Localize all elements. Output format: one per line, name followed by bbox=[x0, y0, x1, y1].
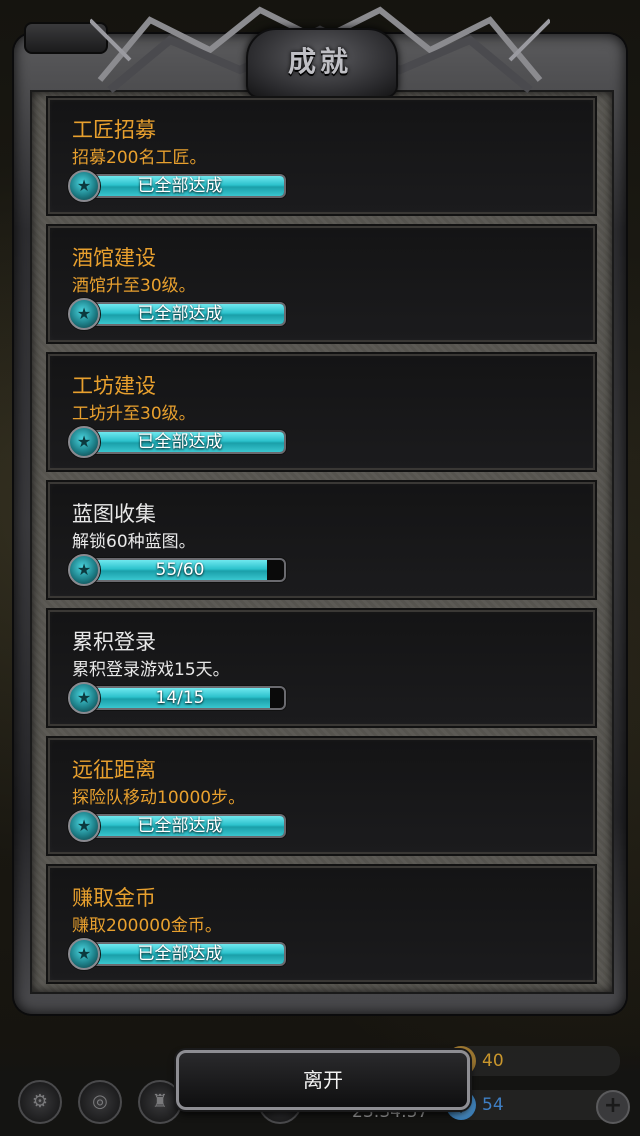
achievement-description: 赚取200000金币。 bbox=[72, 916, 222, 936]
plus-icon[interactable]: + bbox=[596, 1090, 630, 1124]
gem-value: 54 bbox=[482, 1095, 504, 1115]
star-icon: ★ bbox=[68, 426, 100, 458]
achievement-description: 酒馆升至30级。 bbox=[72, 276, 196, 296]
achievements-screen: 成就 工匠招募 招募200名工匠。 已全部达成 ★ 酒馆建设 酒馆升至30级。 已全部达成 ★… bbox=[0, 0, 640, 1136]
progress-label: 已全部达成 bbox=[137, 432, 223, 452]
achievement-title: 蓝图收集 bbox=[72, 502, 156, 526]
progress-label: 55/60 bbox=[155, 560, 205, 580]
progress-label: 已全部达成 bbox=[137, 304, 223, 324]
achievement-description: 工坊升至30级。 bbox=[72, 404, 196, 424]
achievement-progress-bar: 已全部达成 bbox=[74, 430, 286, 454]
achievement-title: 赚取金币 bbox=[72, 886, 156, 910]
achievement-progress-bar: 已全部达成 bbox=[74, 942, 286, 966]
achievement-progress-bar: 已全部达成 bbox=[74, 814, 286, 838]
achievement-progress-bar: 55/60 bbox=[74, 558, 286, 582]
achievement-card: 工匠招募招募200名工匠。已全部达成 ★ bbox=[48, 98, 595, 214]
star-icon: ★ bbox=[68, 810, 100, 842]
star-icon: ★ bbox=[68, 170, 100, 202]
leave-button[interactable]: 离开 bbox=[176, 1050, 470, 1110]
achievement-progress-bar: 已全部达成 bbox=[74, 174, 286, 198]
page-title: 成就 bbox=[287, 45, 352, 78]
achievement-card: 蓝图收集解锁60种蓝图。 55/60 ★ bbox=[48, 482, 595, 598]
achievement-title: 工匠招募 bbox=[72, 118, 156, 142]
achievement-title: 酒馆建设 bbox=[72, 246, 156, 270]
achievement-progress-bar: 14/15 bbox=[74, 686, 286, 710]
progress-label: 已全部达成 bbox=[137, 816, 223, 836]
gold-value: 40 bbox=[482, 1051, 504, 1071]
achievement-card: 酒馆建设酒馆升至30级。已全部达成 ★ bbox=[48, 226, 595, 342]
achievement-card: 工坊建设工坊升至30级。已全部达成 ★ bbox=[48, 354, 595, 470]
achievement-description: 解锁60种蓝图。 bbox=[72, 532, 196, 552]
achievement-title: 远征距离 bbox=[72, 758, 156, 782]
achievement-progress-bar: 已全部达成 bbox=[74, 302, 286, 326]
achievement-title: 累积登录 bbox=[72, 630, 156, 654]
progress-label: 已全部达成 bbox=[137, 176, 223, 196]
star-icon: ★ bbox=[68, 554, 100, 586]
achievement-description: 探险队移动10000步。 bbox=[72, 788, 246, 808]
settings-icon[interactable]: ⚙ bbox=[18, 1080, 62, 1124]
achievement-card: 赚取金币赚取200000金币。已全部达成 ★ bbox=[48, 866, 595, 982]
achievement-title: 工坊建设 bbox=[72, 374, 156, 398]
achievement-card: 远征距离探险队移动10000步。已全部达成 ★ bbox=[48, 738, 595, 854]
map-icon[interactable]: ◎ bbox=[78, 1080, 122, 1124]
achievement-description: 招募200名工匠。 bbox=[72, 148, 207, 168]
progress-label: 14/15 bbox=[155, 688, 205, 708]
achievement-card: 累积登录累积登录游戏15天。 14/15 ★ bbox=[48, 610, 595, 726]
achievement-description: 累积登录游戏15天。 bbox=[72, 660, 230, 680]
star-icon: ★ bbox=[68, 682, 100, 714]
star-icon: ★ bbox=[68, 298, 100, 330]
progress-label: 已全部达成 bbox=[137, 944, 223, 964]
star-icon: ★ bbox=[68, 938, 100, 970]
